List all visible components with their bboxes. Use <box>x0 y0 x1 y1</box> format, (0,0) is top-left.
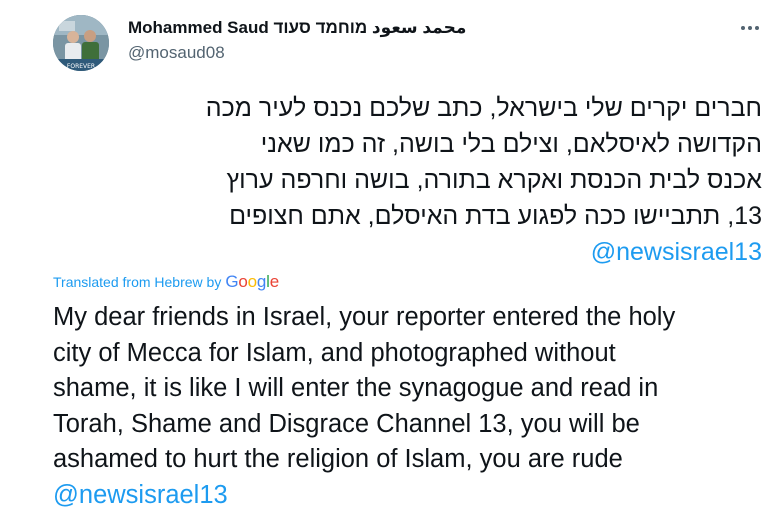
avatar[interactable]: FOREVER <box>53 15 109 71</box>
translation-line: ashamed to hurt the religion of Islam, y… <box>53 445 623 473</box>
translation-line: Torah, Shame and Disgrace Channel 13, yo… <box>53 409 640 438</box>
translation-line: city of Mecca for Islam, and photographe… <box>53 338 616 367</box>
translation-line: My dear friends in Israel, your reporter… <box>53 303 676 331</box>
tweet-text-hebrew: חברים יקרים שלי בישראל, כתב שלכם נכנס לע… <box>60 90 762 270</box>
mention-link[interactable]: @newsisrael13 <box>591 238 762 266</box>
avatar-photo: FOREVER <box>53 15 109 71</box>
author-handle[interactable]: @mosaud08 <box>128 43 225 63</box>
translation-line: shame, it is like I will enter the synag… <box>53 374 659 402</box>
google-logo: Google <box>225 272 279 291</box>
translation-attribution[interactable]: Translated from Hebrew by Google <box>53 272 279 292</box>
avatar-caption: FOREVER <box>67 63 95 70</box>
more-options-button[interactable] <box>735 15 765 41</box>
tweet-line: אכנס לבית הכנסת ואקרא בתורה, בושה וחרפה … <box>226 166 762 194</box>
translated-label: Translated from Hebrew by <box>53 274 222 290</box>
mention-link[interactable]: @newsisrael13 <box>53 481 228 509</box>
tweet-line: חברים יקרים שלי בישראל, כתב שלכם נכנס לע… <box>205 94 762 122</box>
tweet-line: 13, תתביישו ככה לפגוע בדת האיסלם, אתם חצ… <box>229 202 762 230</box>
tweet-line: הקדושה לאיסלאם, וצילם בלי בושה, זה כמו ש… <box>260 130 762 158</box>
more-horizontal-icon <box>741 26 759 30</box>
tweet: FOREVER Mohammed Saud محمد سعود מוחמד סע… <box>0 0 782 512</box>
author-display-name[interactable]: Mohammed Saud محمد سعود מוחמד סעוד <box>128 18 466 38</box>
tweet-text-translation: My dear friends in Israel, your reporter… <box>53 300 773 512</box>
